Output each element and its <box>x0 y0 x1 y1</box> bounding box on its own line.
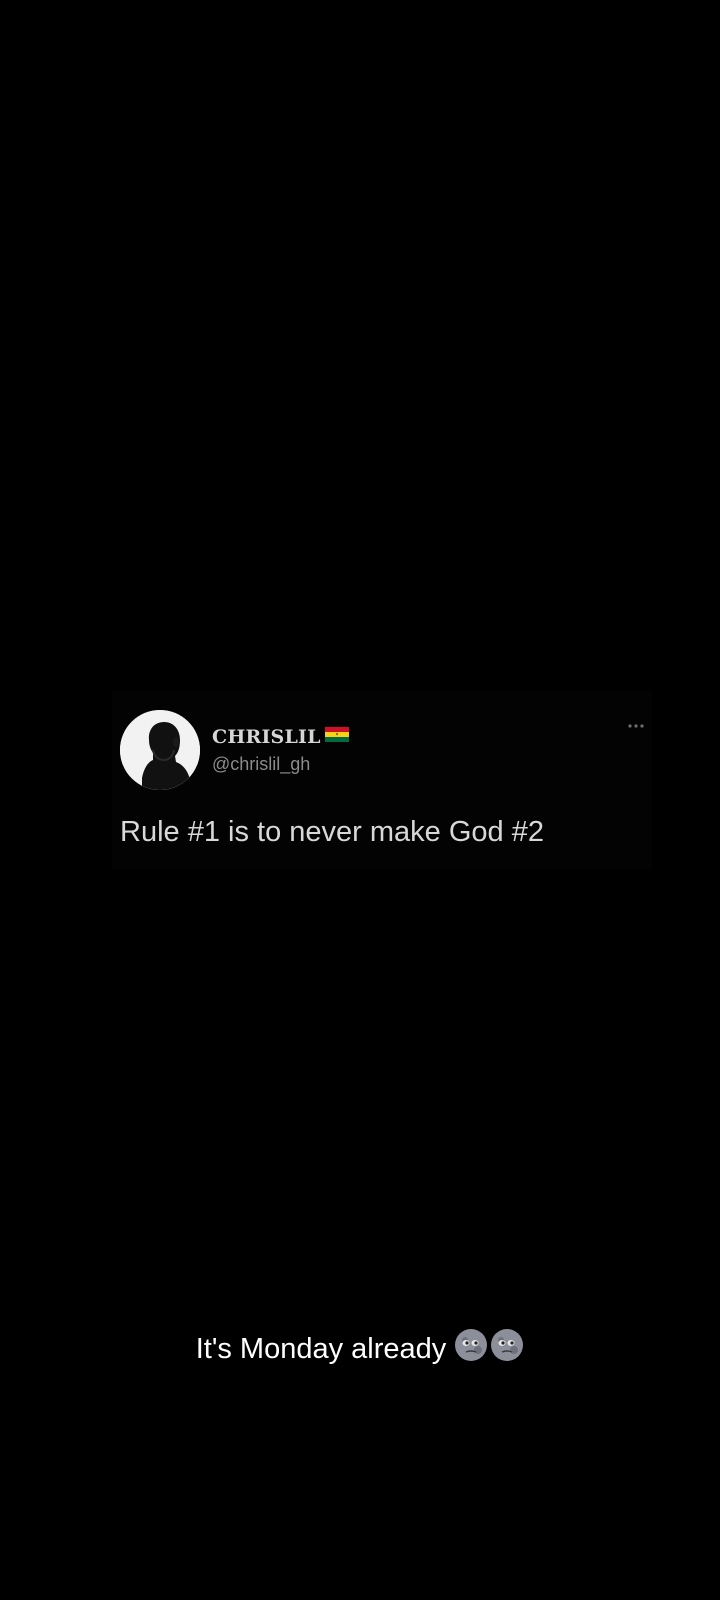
display-name-row: CHRISLIL <box>212 726 349 748</box>
new-moon-face-icon <box>454 1328 488 1370</box>
tweet-card[interactable]: CHRISLIL @chrislil_gh Rule #1 is to neve… <box>112 690 652 870</box>
new-moon-face-icon <box>490 1328 524 1370</box>
tweet-text: Rule #1 is to never make God #2 <box>120 816 544 848</box>
display-name[interactable]: CHRISLIL <box>212 726 321 748</box>
ghana-flag-icon <box>324 727 349 747</box>
caption-text: It's Monday already <box>195 1332 447 1365</box>
more-options-icon[interactable] <box>624 716 652 736</box>
user-handle[interactable]: @chrislil_gh <box>212 754 310 775</box>
emoji-group <box>454 1328 524 1370</box>
avatar[interactable] <box>120 710 200 790</box>
caption: It's Monday already <box>0 1328 720 1370</box>
profile-silhouette-icon <box>120 710 200 790</box>
